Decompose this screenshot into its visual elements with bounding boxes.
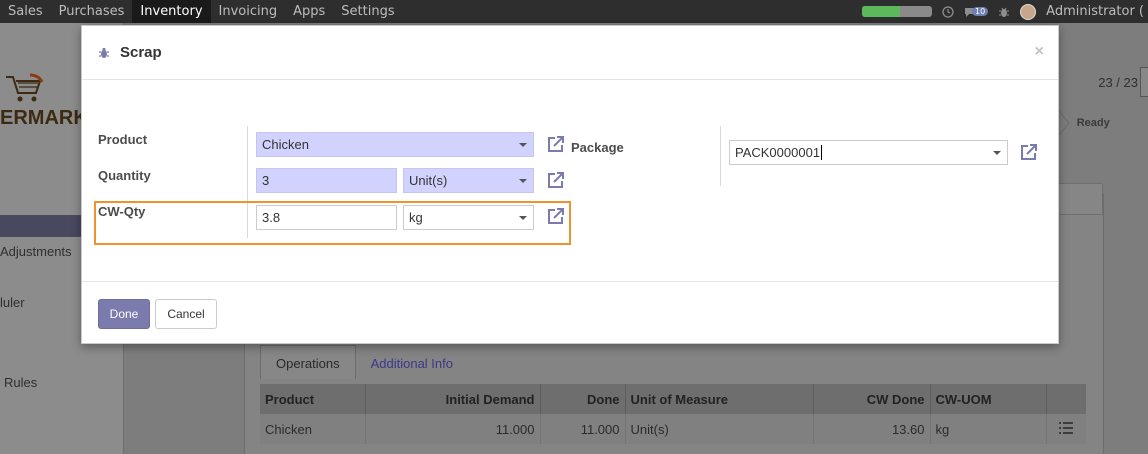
external-link-icon[interactable] bbox=[1019, 143, 1038, 162]
quantity-label: Quantity bbox=[98, 168, 151, 183]
product-select[interactable]: Chicken bbox=[256, 132, 534, 157]
sidebar-item-rules[interactable]: Rules bbox=[4, 375, 37, 390]
cell-options bbox=[1045, 414, 1086, 444]
clock-icon[interactable] bbox=[942, 5, 954, 18]
cell-cw-uom: kg bbox=[929, 414, 1046, 444]
package-label: Package bbox=[571, 140, 624, 155]
messages-icon[interactable]: 10 bbox=[964, 6, 989, 18]
progress-fill bbox=[861, 6, 901, 17]
chevron-down-icon[interactable] bbox=[993, 151, 1001, 155]
done-button[interactable]: Done bbox=[98, 299, 150, 329]
progress-bar bbox=[861, 6, 932, 17]
tab-additional-info[interactable]: Additional Info bbox=[356, 346, 468, 379]
chevron-down-icon[interactable] bbox=[519, 143, 527, 147]
quantity-uom-select[interactable]: Unit(s) bbox=[403, 168, 534, 193]
menu-sales[interactable]: Sales bbox=[0, 0, 51, 23]
menu-invoicing[interactable]: Invoicing bbox=[211, 0, 286, 23]
chevron-down-icon[interactable] bbox=[519, 179, 527, 183]
bug-icon bbox=[99, 47, 109, 58]
col-cw-done[interactable]: CW Done bbox=[812, 384, 930, 414]
external-link-icon[interactable] bbox=[546, 135, 565, 154]
col-cw-uom[interactable]: CW-UOM bbox=[929, 384, 1046, 414]
cell-initial-demand: 11.000 bbox=[364, 414, 540, 444]
product-label: Product bbox=[98, 132, 148, 147]
dialog-title: Scrap bbox=[120, 44, 162, 61]
status-step-ready[interactable]: Ready bbox=[1077, 117, 1110, 129]
external-link-icon[interactable] bbox=[546, 171, 565, 190]
dialog-footer: Done Cancel bbox=[82, 281, 1058, 345]
col-unit-of-measure[interactable]: Unit of Measure bbox=[624, 384, 813, 414]
cw-qty-highlight-box bbox=[94, 201, 571, 245]
cancel-button[interactable]: Cancel bbox=[155, 299, 217, 329]
menu-purchases[interactable]: Purchases bbox=[51, 0, 133, 23]
cell-uom: Unit(s) bbox=[624, 414, 813, 444]
col-product[interactable]: Product bbox=[260, 384, 365, 414]
col-initial-demand[interactable]: Initial Demand bbox=[364, 384, 540, 414]
quantity-input[interactable]: 3 bbox=[256, 168, 397, 193]
quantity-value: 3 bbox=[262, 173, 270, 188]
sidebar-item-scheduler[interactable]: luler bbox=[0, 295, 25, 310]
cart-logo-icon bbox=[6, 73, 44, 102]
user-menu[interactable]: Administrator ( bbox=[1046, 4, 1144, 19]
close-icon[interactable]: × bbox=[1035, 43, 1044, 61]
package-select[interactable]: PACK0000001 bbox=[729, 140, 1008, 165]
top-navbar: Sales Purchases Inventory Invoicing Apps… bbox=[0, 0, 1148, 23]
main-menu: Sales Purchases Inventory Invoicing Apps… bbox=[0, 0, 403, 23]
operations-table: Product Initial Demand Done Unit of Meas… bbox=[260, 384, 1086, 444]
col-options bbox=[1045, 384, 1086, 414]
cell-product: Chicken bbox=[260, 414, 365, 444]
sidebar-item-adjustments[interactable]: Adjustments bbox=[0, 244, 72, 259]
menu-apps[interactable]: Apps bbox=[285, 0, 333, 23]
cell-done: 11.000 bbox=[539, 414, 625, 444]
record-pager: 23 / 23 bbox=[1098, 75, 1138, 90]
user-avatar[interactable] bbox=[1020, 3, 1037, 20]
dialog-header: Scrap × bbox=[82, 26, 1058, 80]
quantity-uom-value: Unit(s) bbox=[409, 173, 448, 188]
pager-button[interactable] bbox=[1140, 67, 1148, 97]
menu-inventory[interactable]: Inventory bbox=[132, 0, 211, 23]
message-count-badge: 10 bbox=[971, 7, 989, 16]
table-header-row: Product Initial Demand Done Unit of Meas… bbox=[260, 384, 1086, 414]
package-separator bbox=[720, 126, 721, 186]
package-value: PACK0000001 bbox=[735, 145, 821, 160]
scrap-dialog: Scrap × Product Quantity CW-Qty Chicken … bbox=[81, 25, 1059, 344]
systray: 10 Administrator ( bbox=[861, 0, 1148, 23]
tab-operations[interactable]: Operations bbox=[260, 345, 356, 379]
debug-bug-icon[interactable] bbox=[998, 6, 1010, 18]
table-row[interactable]: Chicken 11.000 11.000 Unit(s) 13.60 kg bbox=[260, 414, 1086, 444]
menu-settings[interactable]: Settings bbox=[333, 0, 402, 23]
list-details-icon[interactable] bbox=[1059, 421, 1074, 434]
text-cursor bbox=[821, 145, 823, 160]
col-done[interactable]: Done bbox=[539, 384, 625, 414]
product-value: Chicken bbox=[262, 137, 309, 152]
notebook-tabs: Operations Additional Info bbox=[260, 345, 468, 379]
cell-cw-done: 13.60 bbox=[812, 414, 930, 444]
